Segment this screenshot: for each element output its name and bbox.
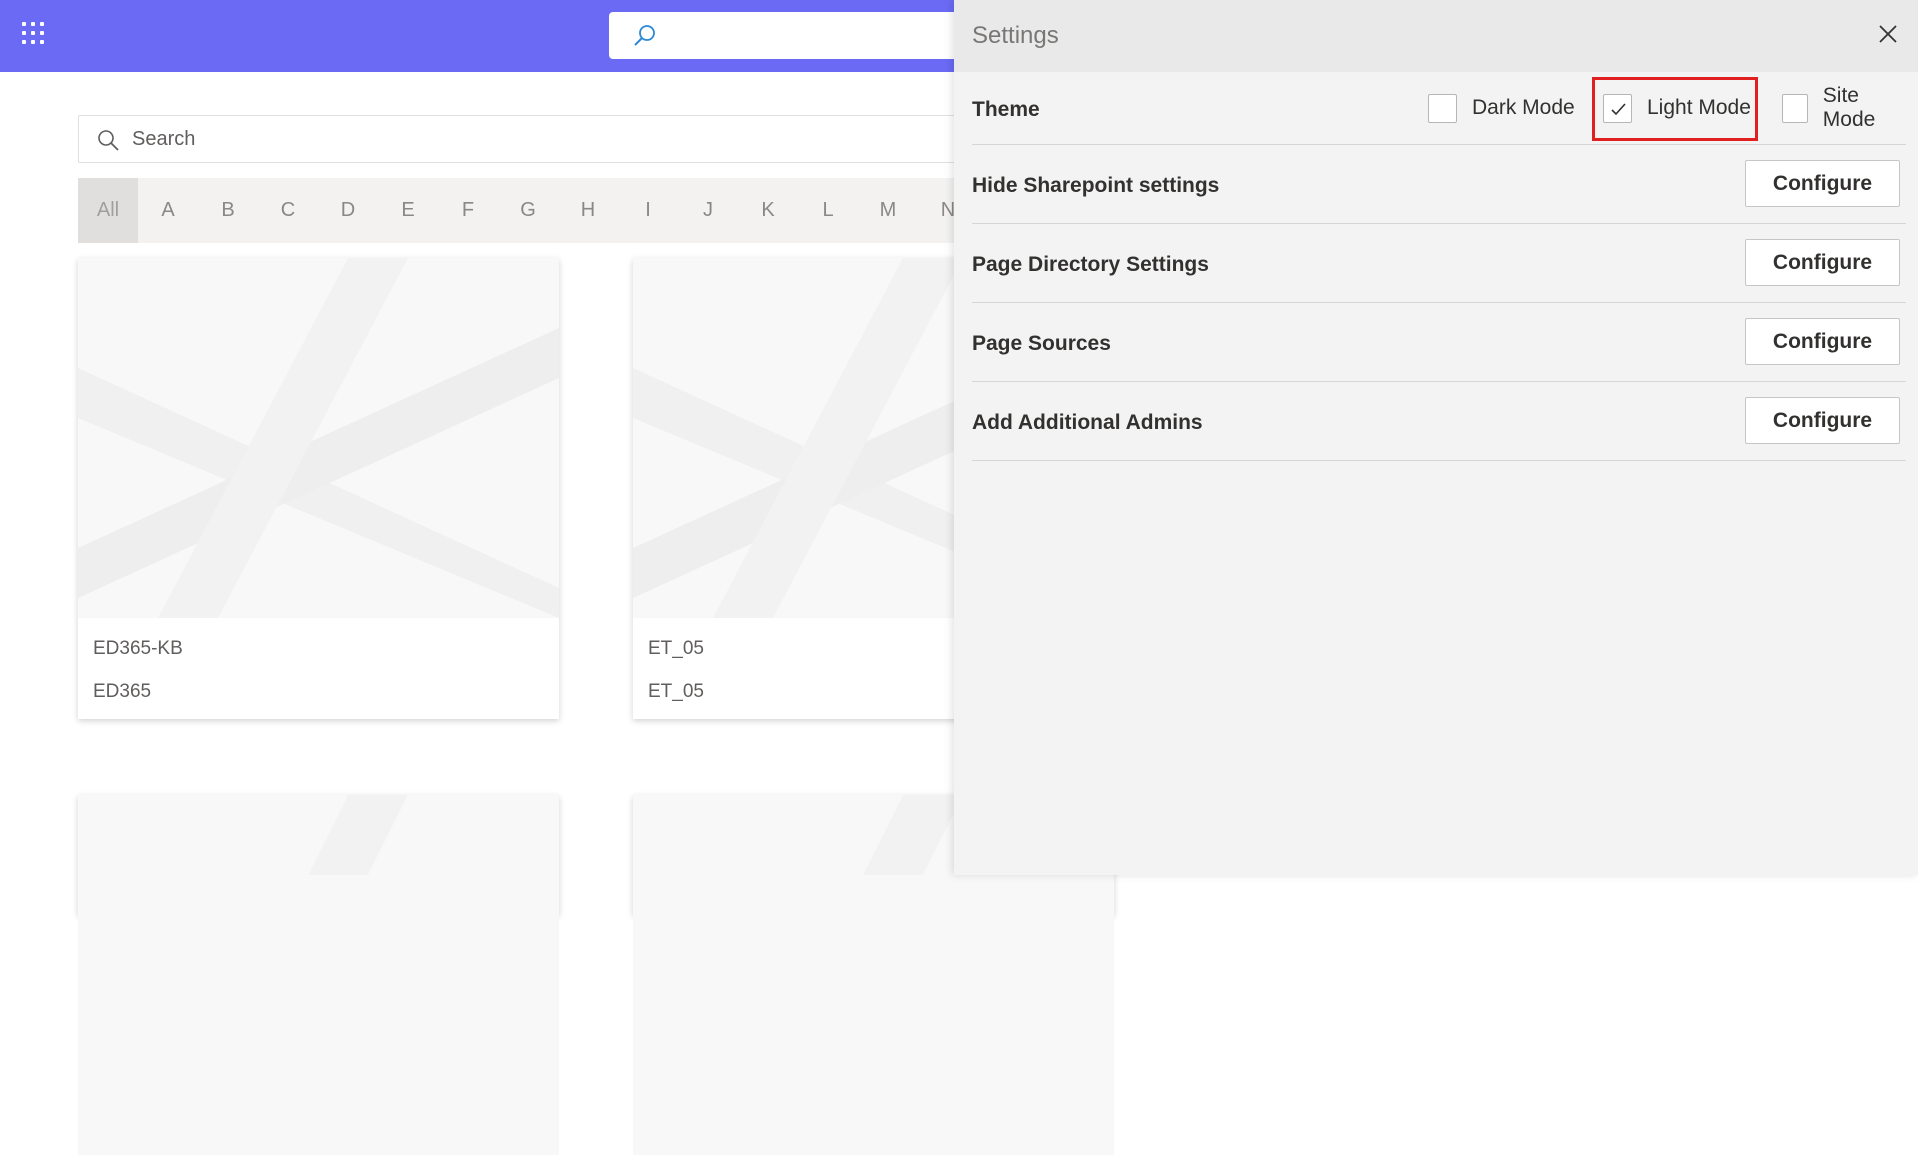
alphabet-filter: All A B C D E F G H I J K L M N bbox=[78, 178, 978, 243]
configure-button[interactable]: Configure bbox=[1745, 160, 1900, 207]
dark-mode-checkbox[interactable] bbox=[1428, 93, 1457, 123]
card-title: ED365-KB bbox=[93, 638, 183, 659]
row-label: Add Additional Admins bbox=[972, 411, 1203, 434]
filter-letter-l[interactable]: L bbox=[798, 178, 858, 243]
filter-letter-m[interactable]: M bbox=[858, 178, 918, 243]
filter-letter-f[interactable]: F bbox=[438, 178, 498, 243]
close-icon[interactable] bbox=[1874, 20, 1902, 48]
filter-letter-i[interactable]: I bbox=[618, 178, 678, 243]
filter-letter-e[interactable]: E bbox=[378, 178, 438, 243]
configure-button[interactable]: Configure bbox=[1745, 397, 1900, 444]
card-thumbnail bbox=[78, 258, 559, 618]
filter-letter-j[interactable]: J bbox=[678, 178, 738, 243]
theme-row: Theme Dark Mode Light Mode Site Mode bbox=[972, 72, 1906, 145]
row-label: Page Sources bbox=[972, 332, 1111, 355]
site-mode-checkbox[interactable] bbox=[1782, 93, 1808, 123]
card-title: ET_05 bbox=[648, 638, 704, 659]
filter-letter-k[interactable]: K bbox=[738, 178, 798, 243]
card-subtitle: ET_05 bbox=[648, 681, 704, 702]
site-card[interactable]: ED365-KB ED365 bbox=[78, 258, 559, 719]
add-additional-admins-row: Add Additional Admins Configure bbox=[972, 382, 1906, 461]
card-thumbnail bbox=[78, 795, 559, 1155]
waffle-icon[interactable] bbox=[22, 22, 48, 48]
dark-mode-label: Dark Mode bbox=[1472, 96, 1575, 119]
content-search-box[interactable] bbox=[78, 115, 978, 163]
site-mode-option[interactable]: Site Mode bbox=[1782, 84, 1906, 131]
highlight-box bbox=[1592, 77, 1758, 141]
row-label: Hide Sharepoint settings bbox=[972, 174, 1220, 197]
page-sources-row: Page Sources Configure bbox=[972, 303, 1906, 382]
configure-button[interactable]: Configure bbox=[1745, 239, 1900, 286]
filter-letter-g[interactable]: G bbox=[498, 178, 558, 243]
theme-options: Dark Mode Light Mode Site Mode bbox=[972, 72, 1906, 144]
settings-panel: Settings Theme Dark Mode Light Mode Site… bbox=[954, 0, 1918, 875]
filter-letter-h[interactable]: H bbox=[558, 178, 618, 243]
filter-letter-d[interactable]: D bbox=[318, 178, 378, 243]
site-card[interactable] bbox=[78, 795, 559, 1155]
search-icon bbox=[97, 129, 119, 151]
filter-letter-c[interactable]: C bbox=[258, 178, 318, 243]
hide-sharepoint-settings-row: Hide Sharepoint settings Configure bbox=[972, 145, 1906, 224]
site-mode-label: Site Mode bbox=[1822, 84, 1876, 131]
filter-letter-all[interactable]: All bbox=[78, 178, 138, 243]
card-subtitle: ED365 bbox=[93, 681, 152, 702]
row-label: Page Directory Settings bbox=[972, 253, 1209, 276]
configure-button[interactable]: Configure bbox=[1745, 318, 1900, 365]
dark-mode-option[interactable]: Dark Mode bbox=[1428, 92, 1575, 124]
settings-title: Settings bbox=[972, 22, 1059, 49]
top-search-box[interactable] bbox=[609, 12, 1009, 59]
filter-letter-a[interactable]: A bbox=[138, 178, 198, 243]
filter-letter-b[interactable]: B bbox=[198, 178, 258, 243]
search-input[interactable] bbox=[132, 116, 932, 162]
settings-header: Settings bbox=[954, 0, 1918, 72]
search-icon bbox=[633, 24, 657, 48]
page-directory-settings-row: Page Directory Settings Configure bbox=[972, 224, 1906, 303]
